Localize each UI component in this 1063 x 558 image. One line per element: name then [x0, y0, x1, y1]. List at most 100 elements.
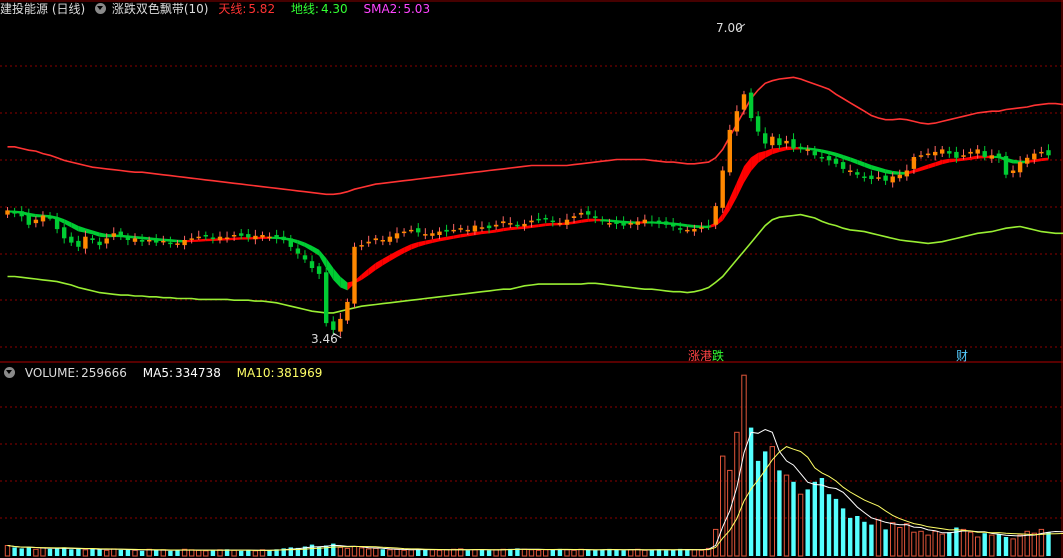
volume-bar-up [472, 549, 478, 557]
ribbon-up-segment [368, 262, 376, 276]
ribbon-down-segment [78, 225, 86, 233]
candle-up [529, 220, 534, 223]
candle-up [161, 240, 166, 243]
volume-bar-up [344, 547, 351, 557]
volume-bar-down [210, 550, 216, 556]
ribbon-down-segment [92, 230, 100, 237]
candle-down [855, 172, 860, 175]
candle-down [90, 238, 95, 240]
candle-up [430, 233, 435, 236]
candle-down [883, 175, 888, 181]
volume-bar-down [26, 547, 31, 556]
ribbon-up-segment [234, 237, 242, 240]
ribbon-up-segment [963, 156, 971, 161]
candle-up [147, 240, 152, 242]
ribbon-down-segment [864, 162, 872, 170]
volume-bar-up [783, 474, 790, 557]
candle-up [437, 231, 442, 235]
limit-down-tag[interactable]: 跌 [710, 349, 726, 364]
ribbon-up-segment [439, 236, 447, 242]
candle-up [40, 215, 46, 222]
volume-bar-down [175, 550, 180, 556]
candle-up [394, 233, 400, 239]
candle-up [727, 129, 732, 173]
volume-bar-up [897, 527, 903, 557]
candle-up [940, 149, 945, 154]
candle-down [663, 221, 669, 225]
volume-bar-up [967, 531, 974, 557]
volume-bar-up [528, 549, 535, 557]
kline-chart[interactable] [0, 0, 1063, 558]
ribbon-up-segment [382, 254, 390, 266]
ribbon-up-segment [510, 226, 518, 231]
candle-up [508, 223, 513, 225]
volume-bar-down [755, 460, 761, 556]
volume-bar-up [960, 528, 967, 557]
volume-bar-down [656, 549, 662, 556]
volume-bar-down [791, 481, 796, 556]
ribbon-up-segment [503, 227, 511, 232]
finance-tag[interactable]: 财 [954, 349, 970, 364]
ribbon-down-segment [333, 267, 341, 288]
volume-bar-up [111, 548, 117, 557]
volume-bar-down [869, 524, 874, 556]
candle-down [203, 235, 208, 237]
candle-down [777, 138, 782, 146]
sky-line [7, 76, 1063, 196]
ribbon-up-segment [758, 151, 766, 163]
volume-bar-down [982, 533, 987, 556]
volume-bar-up [436, 549, 443, 557]
ribbon-up-segment [460, 233, 468, 238]
candle-down [309, 261, 315, 268]
candle-up [409, 229, 414, 232]
volume-bar-up [543, 549, 549, 557]
volume-bar-up [408, 549, 414, 557]
sma-label: SMA2: [363, 2, 402, 16]
volume-bar-down [479, 549, 485, 556]
candle-down [1046, 150, 1051, 156]
candle-up [217, 236, 223, 241]
volume-bar-down [76, 548, 81, 556]
candle-up [423, 234, 428, 236]
candle-down [755, 116, 761, 132]
volume-bar-up [351, 546, 358, 557]
candle-down [586, 211, 591, 215]
candle-up [904, 170, 909, 177]
volume-bar-down [309, 544, 315, 556]
ribbon-up-segment [779, 146, 787, 153]
ribbon-up-segment [517, 226, 525, 230]
volume-bar-down [97, 549, 102, 556]
ground-line [7, 213, 1063, 314]
candle-down [840, 162, 846, 169]
collapse-toggle-icon[interactable] [95, 3, 107, 14]
volume-bar-up [925, 534, 931, 557]
candle-up [628, 223, 633, 225]
candle-down [649, 221, 655, 223]
volume-collapse-toggle-icon[interactable] [4, 367, 15, 378]
candle-down [139, 240, 145, 242]
volume-bar-up [189, 549, 195, 557]
volume-bar-up [918, 530, 924, 557]
volume-bar-down [586, 549, 591, 556]
sky-value: 5.82 [248, 2, 276, 16]
ribbon-up-segment [545, 222, 553, 227]
volume-bar-up [82, 549, 89, 557]
volume-bar-up [691, 549, 698, 557]
volume-bar-up [4, 545, 11, 557]
candle-down [486, 225, 492, 229]
ground-value: 4.30 [320, 2, 348, 16]
volume-bar-down [118, 549, 123, 556]
volume-bar-down [862, 521, 867, 556]
volume-bar-down [819, 478, 825, 556]
candle-down [316, 266, 322, 274]
volume-bar-up [713, 528, 719, 557]
volume-bar-down [47, 548, 53, 556]
candle-down [593, 216, 598, 218]
candle-down [246, 234, 251, 238]
sma-legend: SMA2: 5.03 [364, 2, 437, 16]
volume-value: 259666 [81, 366, 127, 380]
volume-bar-down [649, 549, 655, 556]
candle-up [33, 219, 39, 224]
candle-down [869, 175, 874, 179]
ribbon-up-segment [375, 258, 383, 271]
